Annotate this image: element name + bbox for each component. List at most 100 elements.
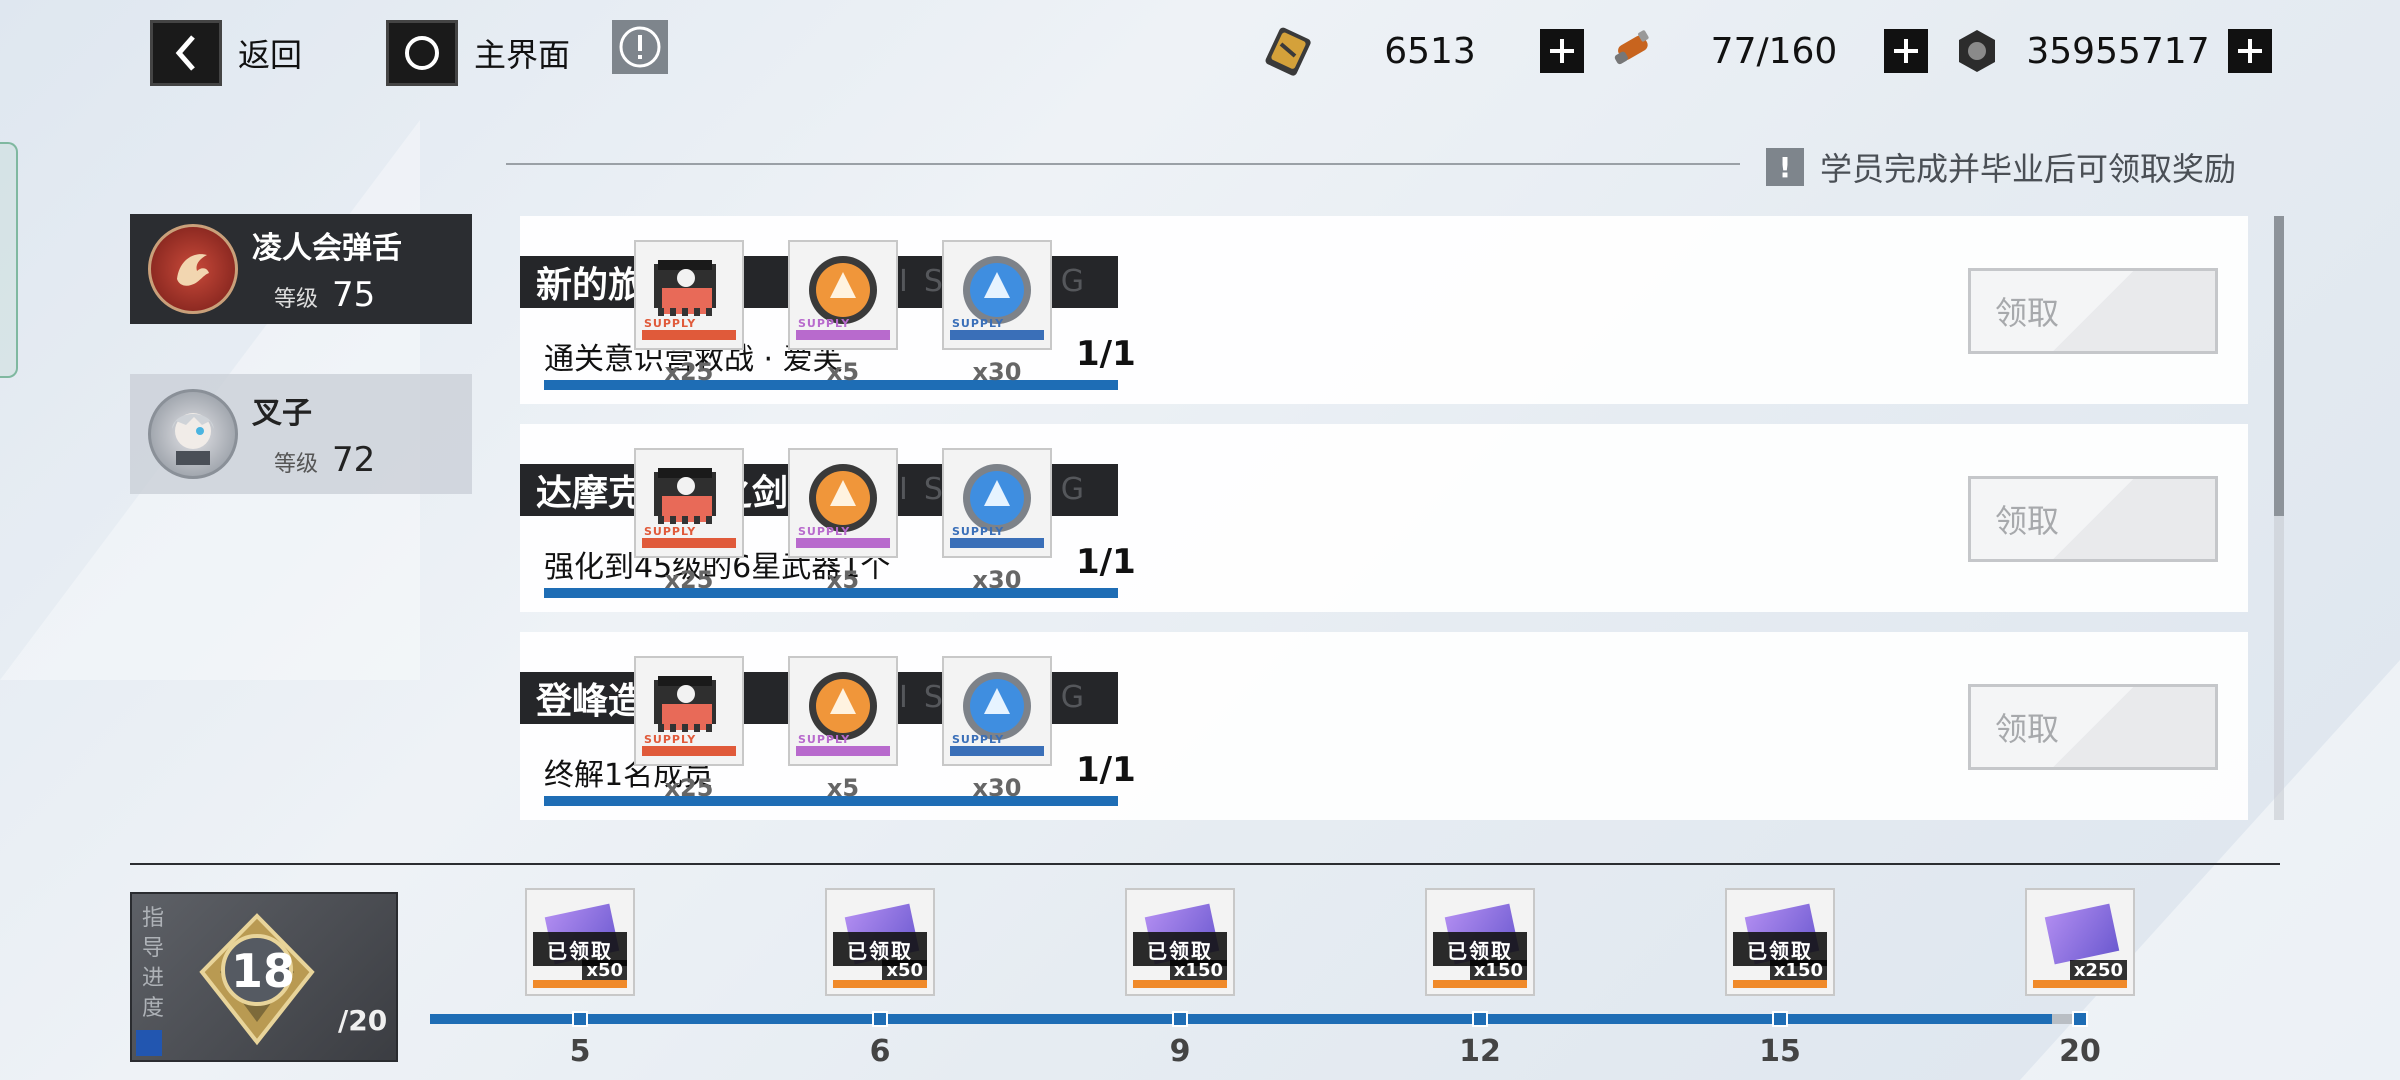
rarity-bar: [2033, 980, 2127, 988]
milestone-reward-frame: 已领取 x150: [1725, 888, 1835, 996]
reward-item[interactable]: SUPPLY x5: [788, 448, 898, 594]
reward-icon-frame: SUPPLY: [788, 448, 898, 558]
supply-label: SUPPLY: [952, 317, 1005, 330]
milestone-threshold: 15: [1759, 1034, 1801, 1069]
reward-count: x25: [664, 774, 714, 802]
reward-item[interactable]: SUPPLY x25: [634, 656, 744, 802]
rarity-bar: [950, 746, 1044, 756]
rarity-bar: [833, 980, 927, 988]
claim-button[interactable]: 领取: [1968, 268, 2218, 354]
milestone-count: x150: [1469, 960, 1527, 981]
milestone-reward[interactable]: 已领取 x150: [1725, 888, 1835, 996]
add-gear-coin-button[interactable]: [2228, 29, 2272, 73]
character-portrait-icon: [172, 413, 214, 465]
milestone-reward-frame: 已领取 x150: [1425, 888, 1535, 996]
reward-count: x5: [826, 566, 860, 594]
milestone-count: x50: [582, 960, 627, 981]
rarity-bar: [950, 330, 1044, 340]
milestone-count: x250: [2069, 960, 2127, 981]
milestone-marker: [872, 1011, 888, 1027]
task-card: 登峰造极PUNISHING终解1名成员1/1SUPPLYx25SUPPLYx5S…: [520, 632, 2248, 820]
reward-item[interactable]: SUPPLY x30: [942, 240, 1052, 386]
student-avatar: [148, 224, 238, 314]
back-button[interactable]: 返回: [150, 20, 302, 86]
reward-count: x25: [664, 566, 714, 594]
milestone-threshold: 9: [1169, 1034, 1191, 1069]
task-card: 达摩克利斯之剑PUNISHING强化到45级的6星武器1个1/1SUPPLYx2…: [520, 424, 2248, 612]
notice-text: 学员完成并毕业后可领取奖励: [1820, 150, 2237, 188]
milestone-threshold: 12: [1459, 1034, 1501, 1069]
rarity-bar: [1733, 980, 1827, 988]
home-label: 主界面: [474, 36, 571, 74]
add-stamina-card-button[interactable]: [1540, 29, 1584, 73]
claim-button[interactable]: 领取: [1968, 684, 2218, 770]
milestone-reward-frame: 已领取 x150: [1125, 888, 1235, 996]
warning-icon: !: [1766, 148, 1804, 186]
milestone-reward-frame: 已领取 x50: [525, 888, 635, 996]
milestone-progress-track: [430, 1014, 2078, 1024]
rarity-bar: [1433, 980, 1527, 988]
supply-label: SUPPLY: [952, 733, 1005, 746]
supply-label: SUPPLY: [644, 317, 697, 330]
milestone-reward-frame: 已领取 x50: [825, 888, 935, 996]
info-button[interactable]: [612, 20, 668, 74]
reward-item[interactable]: SUPPLY x30: [942, 656, 1052, 802]
rarity-bar: [642, 746, 736, 756]
reward-item[interactable]: SUPPLY x5: [788, 656, 898, 802]
graduation-notice: ! 学员完成并毕业后可领取奖励: [1766, 144, 2236, 190]
home-button[interactable]: 主界面: [386, 20, 570, 86]
scrollbar-thumb[interactable]: [2274, 216, 2284, 516]
resource-blood-serum: 77/160: [1602, 24, 1928, 78]
reward-icon-frame: SUPPLY: [942, 656, 1052, 766]
reward-item[interactable]: SUPPLY x25: [634, 240, 744, 386]
add-blood-serum-button[interactable]: [1884, 29, 1928, 73]
milestone-count: x150: [1169, 960, 1227, 981]
milestone-count: x50: [882, 960, 927, 981]
resource-gear-coin: 35955717: [1946, 24, 2272, 78]
header-divider: [506, 163, 1740, 165]
side-drawer-tab[interactable]: [0, 142, 18, 378]
level-label: 等级: [274, 452, 319, 477]
resource-value: 6513: [1384, 30, 1476, 72]
level-label: 等级: [274, 287, 319, 312]
milestone-reward-frame: x250: [2025, 888, 2135, 996]
reward-item[interactable]: SUPPLY x5: [788, 240, 898, 386]
rarity-bar: [642, 330, 736, 340]
milestone-reward[interactable]: 已领取 x50: [825, 888, 935, 996]
milestone-count: x150: [1769, 960, 1827, 981]
reward-item[interactable]: SUPPLY x30: [942, 448, 1052, 594]
reward-count: x25: [664, 358, 714, 386]
gear-coin-icon: [1946, 24, 2008, 78]
reward-item[interactable]: SUPPLY x25: [634, 448, 744, 594]
reward-icon-frame: SUPPLY: [942, 240, 1052, 350]
home-circle-icon: [386, 20, 458, 86]
milestone-reward[interactable]: 已领取 x50: [525, 888, 635, 996]
resource-stamina-card: 6513: [1258, 24, 1584, 78]
milestone-reward[interactable]: 已领取 x150: [1425, 888, 1535, 996]
rarity-bar: [1133, 980, 1227, 988]
blood-serum-icon: [1602, 24, 1664, 78]
info-exclamation-icon: [619, 26, 661, 68]
reward-icon-frame: SUPPLY: [788, 240, 898, 350]
student-level: 75: [332, 275, 376, 315]
reward-count: x30: [972, 358, 1022, 386]
bottom-divider: [130, 863, 2280, 865]
milestone-marker: [572, 1011, 588, 1027]
supply-label: SUPPLY: [952, 525, 1005, 538]
reward-count: x30: [972, 566, 1022, 594]
ticket-icon: [2044, 903, 2120, 965]
milestone-reward[interactable]: 已领取 x150: [1125, 888, 1235, 996]
student-name: 叉子: [252, 396, 312, 431]
task-progress: 1/1: [1076, 750, 1136, 790]
dragon-emblem-icon: [177, 254, 209, 286]
student-card-1[interactable]: 凌人会弹舌 等级 75: [130, 214, 472, 324]
guidance-progress-panel: 指导进度 18 /20: [130, 892, 398, 1062]
milestone-reward[interactable]: x250: [2025, 888, 2135, 996]
student-avatar: [148, 389, 238, 479]
plus-icon: [1550, 39, 1574, 63]
rarity-bar: [796, 746, 890, 756]
milestone-marker: [1172, 1011, 1188, 1027]
claim-button[interactable]: 领取: [1968, 476, 2218, 562]
student-card-2[interactable]: 叉子 等级 72: [130, 374, 472, 494]
milestone-threshold: 20: [2059, 1034, 2101, 1069]
